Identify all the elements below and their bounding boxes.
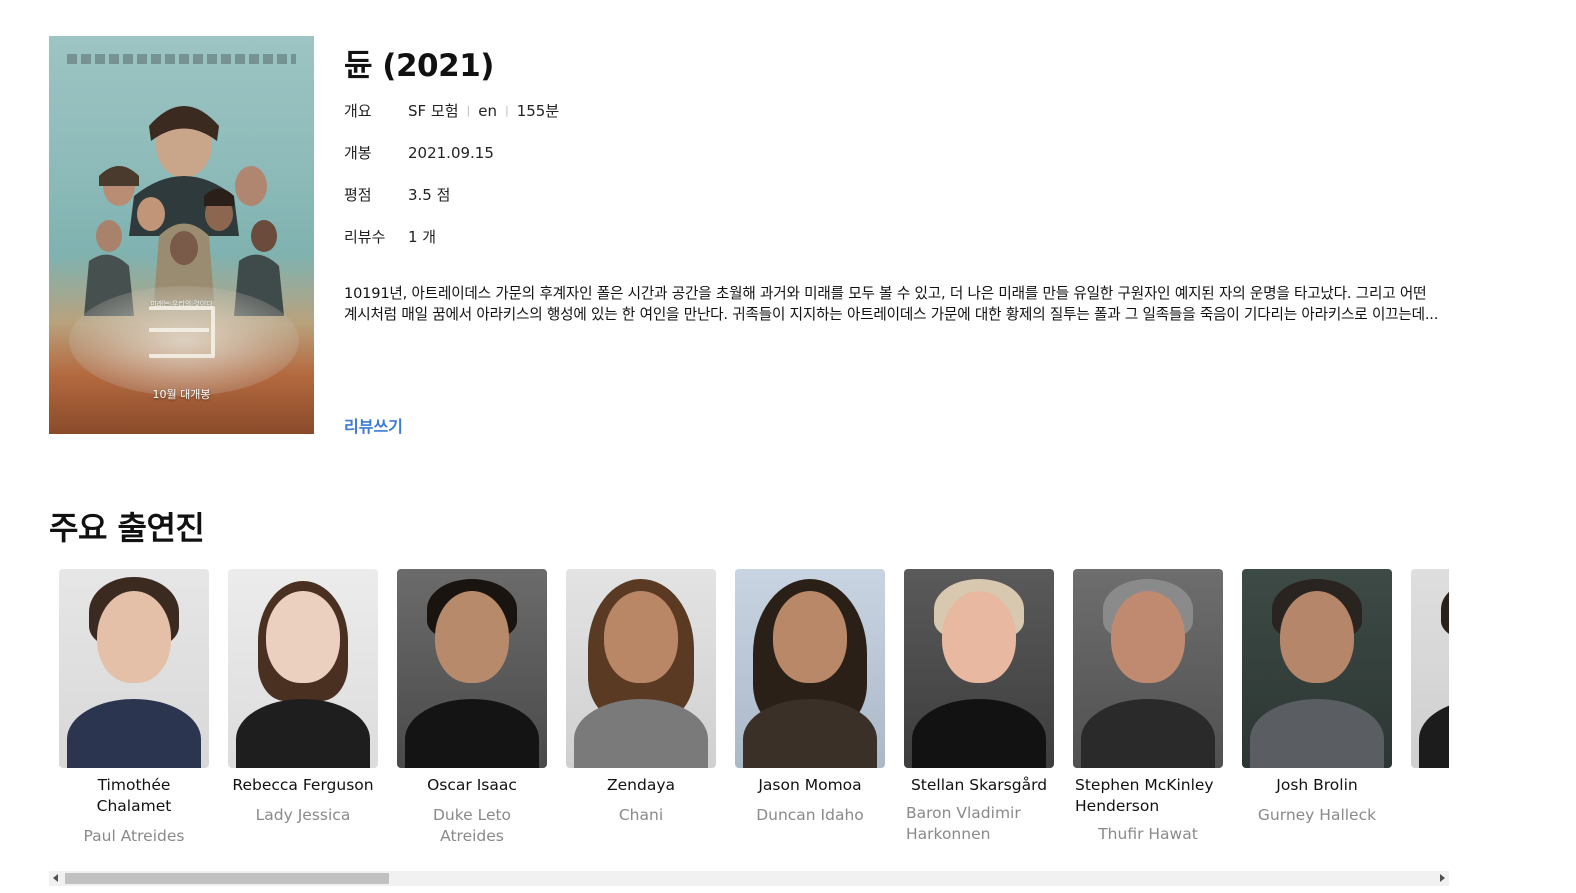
- actor-name: Oscar Isaac: [427, 776, 517, 794]
- actor-name: Timothée Chalamet: [96, 776, 172, 815]
- cast-photo[interactable]: [1242, 569, 1392, 768]
- cast-card[interactable]: Stephen McKinley Henderson Thufir Hawat: [1073, 569, 1223, 845]
- review-count: 1 개: [408, 228, 437, 246]
- rating-row: 평점 3.5 점: [344, 184, 450, 205]
- actor-name: Rebecca Ferguson: [232, 776, 374, 794]
- review-count-row: 리뷰수 1 개: [344, 226, 436, 247]
- cast-card[interactable]: Josh Brolin Gurney Halleck: [1242, 569, 1392, 826]
- actor-name: Jason Momoa: [758, 776, 862, 794]
- actor-name: Ja: [1411, 775, 1449, 796]
- rating-label: 평점: [344, 186, 372, 204]
- cast-photo[interactable]: [735, 569, 885, 768]
- character-name: Duncan Idaho: [756, 806, 864, 824]
- cast-photo[interactable]: [904, 569, 1054, 768]
- cast-section-heading: 주요 출연진: [49, 509, 205, 547]
- character-name: Paul Atreides: [83, 827, 185, 845]
- poster-credits-strip: [67, 54, 296, 64]
- scroll-right-arrow-icon[interactable]: [1440, 874, 1445, 882]
- cast-photo[interactable]: [397, 569, 547, 768]
- movie-title: 듄 (2021): [344, 48, 494, 84]
- overview-label: 개요: [344, 102, 372, 120]
- movie-poster: 미래는 우리의 것이다 10월 대개봉: [49, 36, 314, 434]
- runtime-value: 155분: [516, 102, 560, 120]
- cast-card[interactable]: Zendaya Chani: [566, 569, 716, 826]
- cast-horizontal-scrollbar[interactable]: [49, 871, 1449, 886]
- release-label: 개봉: [344, 144, 372, 162]
- cast-photo[interactable]: [1411, 569, 1449, 768]
- scrollbar-thumb[interactable]: [65, 873, 389, 884]
- cast-photo[interactable]: [566, 569, 716, 768]
- movie-synopsis: 10191년, 아트레이데스 가문의 후계자인 폴은 시간과 공간을 초월해 과…: [344, 285, 1439, 323]
- reviews-label: 리뷰수: [344, 228, 386, 246]
- genre-value: SF 모험: [408, 102, 459, 120]
- scroll-left-arrow-icon[interactable]: [53, 874, 58, 882]
- poster-release-text: 10월 대개봉: [152, 388, 211, 401]
- poster-title-logo: [149, 306, 215, 358]
- meta-separator: |: [505, 104, 509, 117]
- write-review-link[interactable]: 리뷰쓰기: [344, 413, 403, 437]
- cast-photo[interactable]: [1073, 569, 1223, 768]
- character-name: Lady Jessica: [255, 806, 351, 824]
- cast-card[interactable]: Rebecca Ferguson Lady Jessica: [228, 569, 378, 826]
- rating-value: 3.5 점: [408, 186, 451, 204]
- actor-name: Zendaya: [607, 776, 675, 794]
- cast-photo[interactable]: [228, 569, 378, 768]
- cast-card[interactable]: Timothée Chalamet Paul Atreides: [59, 569, 209, 847]
- cast-card[interactable]: Ja: [1411, 569, 1449, 805]
- release-date: 2021.09.15: [408, 143, 494, 162]
- character-name: Baron Vladimir Harkonnen: [906, 804, 1021, 843]
- cast-card[interactable]: Jason Momoa Duncan Idaho: [735, 569, 885, 826]
- cast-card[interactable]: Oscar Isaac Duke Leto Atreides: [397, 569, 547, 847]
- actor-name: Stellan Skarsgård: [910, 776, 1048, 794]
- overview-row: 개요 SF 모험 | en | 155분: [344, 100, 559, 121]
- actor-name: Josh Brolin: [1276, 776, 1358, 794]
- character-name: Thufir Hawat: [1098, 825, 1198, 843]
- actor-name: Stephen McKinley Henderson: [1075, 776, 1214, 815]
- character-name: Duke Leto Atreides: [432, 806, 512, 845]
- cast-card[interactable]: Stellan Skarsgård Baron Vladimir Harkonn…: [904, 569, 1054, 845]
- character-name: Chani: [618, 806, 664, 824]
- cast-carousel[interactable]: Timothée Chalamet Paul Atreides Rebecca …: [49, 569, 1449, 869]
- character-name: Gurney Halleck: [1257, 806, 1377, 824]
- meta-separator: |: [466, 104, 471, 117]
- release-row: 개봉 2021.09.15: [344, 142, 494, 163]
- language-value: en: [478, 101, 497, 120]
- cast-photo[interactable]: [59, 569, 209, 768]
